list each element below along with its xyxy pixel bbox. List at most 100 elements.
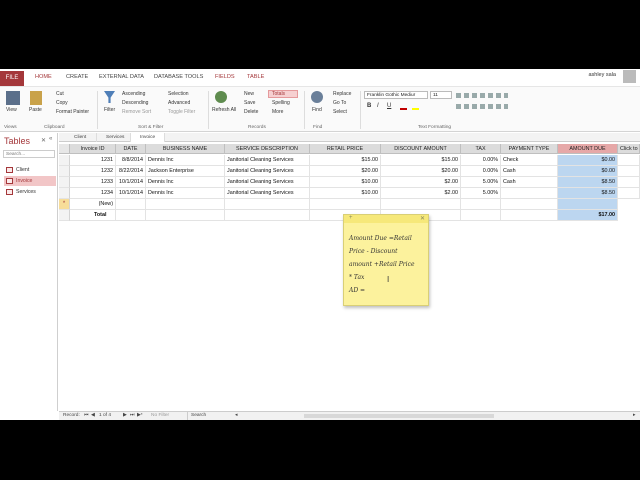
paste-icon[interactable] — [30, 91, 42, 105]
cell-tax[interactable]: 0.00% — [461, 155, 501, 166]
refresh-all-button[interactable]: Refresh All — [212, 107, 236, 113]
column-header-discount-amount[interactable]: DISCOUNT AMOUNT — [381, 144, 461, 154]
font-size-select[interactable]: 11 — [430, 91, 452, 99]
record-selector[interactable] — [59, 188, 70, 199]
cell-discount-amount[interactable]: $2.00 — [381, 188, 461, 199]
cell-discount-amount[interactable]: $20.00 — [381, 166, 461, 177]
cell-amount-due[interactable]: $8.50 — [558, 177, 618, 188]
alignment-icons[interactable] — [456, 104, 508, 109]
cell-empty[interactable] — [146, 199, 225, 210]
select-button[interactable]: Select — [333, 109, 347, 115]
cell-retail-price[interactable]: $10.00 — [310, 177, 381, 188]
close-note-icon[interactable]: ✕ — [420, 215, 425, 222]
bold-button[interactable]: B — [367, 103, 371, 109]
sticky-note[interactable]: + ✕ Amount Due =Retail Price - Discount … — [343, 214, 429, 306]
filter-icon[interactable] — [104, 91, 115, 103]
record-selector[interactable] — [59, 177, 70, 188]
go-to-button[interactable]: Go To — [333, 100, 346, 106]
remove-sort-button[interactable]: Remove Sort — [122, 109, 151, 115]
cell-click-to-add[interactable] — [618, 166, 640, 177]
tab-file[interactable]: FILE — [0, 71, 24, 86]
new-record-selector[interactable]: * — [59, 199, 70, 210]
column-header-click-to-add[interactable]: Click to — [618, 144, 640, 154]
cell-click-to-add[interactable] — [618, 188, 640, 199]
font-name-select[interactable]: Franklin Gothic Mediur — [364, 91, 428, 99]
replace-button[interactable]: Replace — [333, 91, 351, 97]
cell-empty[interactable] — [225, 199, 310, 210]
copy-button[interactable]: Copy — [56, 100, 68, 106]
cell-retail-price[interactable]: $10.00 — [310, 188, 381, 199]
cell-tax[interactable]: 5.00% — [461, 188, 501, 199]
nav-item-invoice[interactable]: Invoice — [4, 176, 56, 186]
highlight-color-icon[interactable] — [412, 104, 419, 110]
find-button[interactable]: Find — [312, 107, 322, 113]
nav-item-client[interactable]: Client — [4, 165, 56, 175]
cell-payment-type[interactable]: Cash — [501, 166, 558, 177]
cell-payment-type[interactable]: Check — [501, 155, 558, 166]
descending-button[interactable]: Descending — [122, 100, 148, 106]
cell-empty[interactable] — [501, 199, 558, 210]
user-name[interactable]: ashley sala — [588, 72, 616, 78]
tab-fields[interactable]: FIELDS — [215, 74, 235, 80]
cell-payment-type[interactable]: Cash — [501, 177, 558, 188]
save-record-button[interactable]: Save — [244, 100, 255, 106]
cell-business-name[interactable]: Dennis Inc — [146, 155, 225, 166]
cell-business-name[interactable]: Dennis Inc — [146, 188, 225, 199]
column-header-retail-price[interactable]: RETAIL PRICE — [310, 144, 381, 154]
cell-business-name[interactable]: Dennis Inc — [146, 177, 225, 188]
cell-discount-amount[interactable]: $2.00 — [381, 177, 461, 188]
cell-service-description[interactable]: Janitorial Cleaning Services — [225, 155, 310, 166]
tab-database-tools[interactable]: DATABASE TOOLS — [154, 74, 203, 80]
totals-button[interactable]: Totals — [272, 91, 285, 97]
cell-amount-due[interactable]: $0.00 — [558, 166, 618, 177]
font-color-icon[interactable] — [400, 104, 407, 110]
advanced-button[interactable]: Advanced — [168, 100, 190, 106]
cell-empty[interactable] — [381, 199, 461, 210]
cell-invoice-id[interactable]: 1231 — [70, 155, 116, 166]
cell-invoice-id[interactable]: 1233 — [70, 177, 116, 188]
column-header-payment-type[interactable]: PAYMENT TYPE — [501, 144, 558, 154]
refresh-icon[interactable] — [215, 91, 227, 103]
column-header-service-description[interactable]: SERVICE DESCRIPTION — [225, 144, 310, 154]
selection-button[interactable]: Selection — [168, 91, 189, 97]
cell-click-to-add[interactable] — [618, 155, 640, 166]
next-record-icon[interactable]: ▶ — [123, 412, 127, 420]
avatar[interactable] — [623, 70, 636, 83]
nav-search-input[interactable]: Search... — [3, 150, 55, 158]
cell-invoice-id[interactable]: 1234 — [70, 188, 116, 199]
toggle-filter-button[interactable]: Toggle Filter — [168, 109, 195, 115]
last-record-icon[interactable]: ⏭ — [130, 412, 134, 420]
total-amount-due[interactable]: $17.00 — [558, 210, 618, 221]
status-search-input[interactable]: Search — [187, 412, 233, 420]
view-icon[interactable] — [6, 91, 20, 105]
cell-retail-price[interactable]: $20.00 — [310, 166, 381, 177]
cell-empty[interactable] — [116, 199, 146, 210]
cell-empty[interactable] — [461, 199, 501, 210]
cell-discount-amount[interactable]: $15.00 — [381, 155, 461, 166]
format-painter-button[interactable]: Format Painter — [56, 109, 89, 115]
ascending-button[interactable]: Ascending — [122, 91, 145, 97]
column-header-business-name[interactable]: BUSINESS NAME — [146, 144, 225, 154]
record-selector[interactable] — [59, 155, 70, 166]
tab-client[interactable]: Client — [65, 133, 97, 142]
delete-record-button[interactable]: Delete — [244, 109, 258, 115]
horizontal-scrollbar-thumb[interactable] — [304, 414, 494, 418]
cell-retail-price[interactable]: $15.00 — [310, 155, 381, 166]
cell-date[interactable]: 8/22/2014 — [116, 166, 146, 177]
cell-service-description[interactable]: Janitorial Cleaning Services — [225, 188, 310, 199]
record-position[interactable]: 1 of 4 — [99, 412, 111, 420]
new-record-icon[interactable]: ▶* — [137, 412, 143, 420]
italic-button[interactable]: I — [377, 103, 379, 109]
spelling-button[interactable]: Spelling — [272, 100, 290, 106]
filter-button[interactable]: Filter — [104, 107, 115, 113]
cell-invoice-id[interactable]: 1232 — [70, 166, 116, 177]
cell-service-description[interactable]: Janitorial Cleaning Services — [225, 177, 310, 188]
new-record-cell[interactable]: (New) — [70, 199, 116, 210]
scroll-right-icon[interactable]: ▸ — [633, 412, 635, 420]
tab-table[interactable]: TABLE — [247, 74, 264, 80]
collapse-pane-icon[interactable]: « — [49, 136, 52, 142]
paste-button[interactable]: Paste — [29, 107, 42, 113]
underline-button[interactable]: U — [387, 103, 391, 109]
cut-button[interactable]: Cut — [56, 91, 64, 97]
cell-tax[interactable]: 5.00% — [461, 177, 501, 188]
